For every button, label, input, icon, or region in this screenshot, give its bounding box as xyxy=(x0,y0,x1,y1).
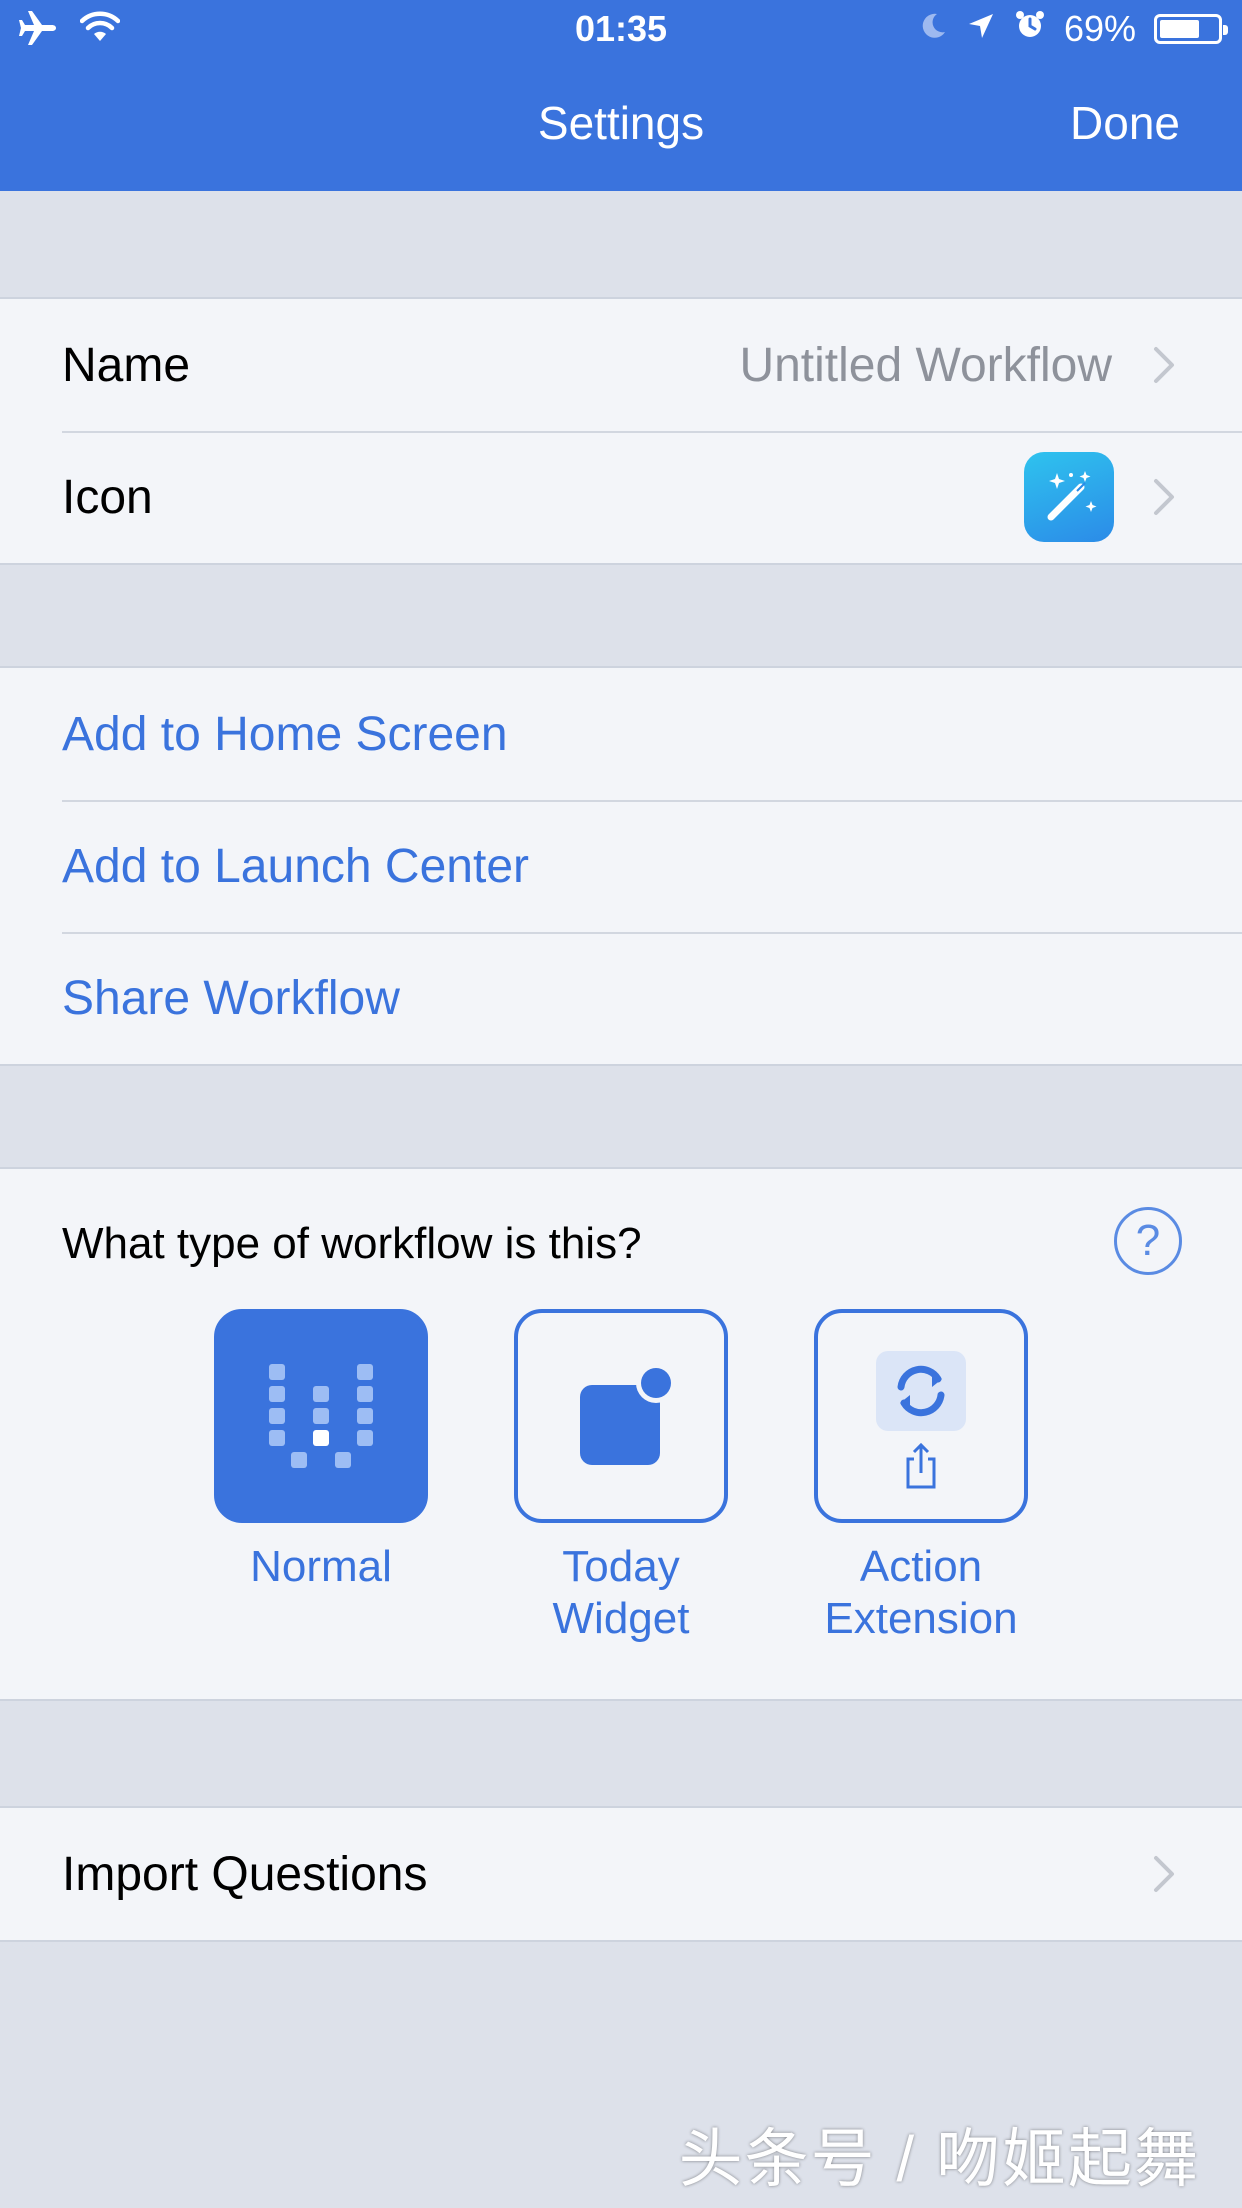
type-label: Action Extension xyxy=(771,1541,1071,1645)
type-label-line2: Widget xyxy=(552,1594,690,1643)
share-workflow-row[interactable]: Share Workflow xyxy=(0,932,1242,1064)
navigation-header: 01:35 69% Settings Done xyxy=(0,0,1242,191)
type-label: Today Widget xyxy=(471,1541,771,1645)
type-option-today-widget[interactable]: Today Widget xyxy=(471,1309,771,1645)
status-right: 69% xyxy=(918,8,1228,50)
battery-fill xyxy=(1160,20,1199,38)
watermark: 头条号 / 吻姬起舞 xyxy=(678,2123,1200,2195)
today-widget-type-box xyxy=(514,1309,728,1523)
workflow-type-question: What type of workflow is this? xyxy=(62,1219,642,1268)
import-questions-label: Import Questions xyxy=(62,1847,428,1901)
widget-icon xyxy=(580,1363,676,1465)
import-group: Import Questions xyxy=(0,1806,1242,1942)
location-icon xyxy=(966,8,996,50)
icon-label: Icon xyxy=(62,470,153,524)
general-group: Name Untitled Workflow Icon xyxy=(0,297,1242,565)
add-to-home-screen-label: Add to Home Screen xyxy=(62,707,508,761)
page-title: Settings xyxy=(537,97,705,149)
actions-group: Add to Home Screen Add to Launch Center … xyxy=(0,666,1242,1066)
type-label-line1: Today xyxy=(562,1542,680,1591)
import-questions-row[interactable]: Import Questions xyxy=(0,1808,1242,1940)
icon-row[interactable]: Icon xyxy=(0,431,1242,563)
type-option-normal[interactable]: Normal xyxy=(171,1309,471,1593)
type-label-line1: Normal xyxy=(250,1542,392,1591)
name-value: Untitled Workflow xyxy=(739,338,1112,392)
action-extension-type-box xyxy=(814,1309,1028,1523)
name-label: Name xyxy=(62,338,191,392)
battery-percent: 69% xyxy=(1063,8,1136,49)
workflow-logo-icon xyxy=(269,1364,373,1468)
done-button[interactable]: Done xyxy=(1070,96,1180,150)
normal-type-box xyxy=(214,1309,428,1523)
help-button[interactable]: ? xyxy=(1114,1207,1182,1275)
add-to-home-screen-row[interactable]: Add to Home Screen xyxy=(0,668,1242,800)
battery-icon xyxy=(1154,14,1228,44)
name-row[interactable]: Name Untitled Workflow xyxy=(0,299,1242,431)
type-label: Normal xyxy=(171,1541,471,1593)
chevron-right-icon xyxy=(1154,1856,1174,1892)
chevron-right-icon xyxy=(1154,479,1174,515)
status-bar: 01:35 69% xyxy=(0,0,1242,60)
share-workflow-label: Share Workflow xyxy=(62,971,400,1025)
action-extension-icon xyxy=(876,1351,966,1489)
alarm-icon xyxy=(1014,8,1046,50)
workflow-type-group: What type of workflow is this? ? Normal … xyxy=(0,1167,1242,1701)
chevron-right-icon xyxy=(1154,347,1174,383)
type-option-action-extension[interactable]: Action Extension xyxy=(771,1309,1071,1645)
magic-wand-icon xyxy=(1024,452,1114,542)
add-to-launch-center-row[interactable]: Add to Launch Center xyxy=(0,800,1242,932)
type-label-line2: Extension xyxy=(824,1594,1018,1643)
add-to-launch-center-label: Add to Launch Center xyxy=(62,839,529,893)
type-label-line1: Action xyxy=(859,1542,983,1591)
moon-icon xyxy=(918,8,948,50)
